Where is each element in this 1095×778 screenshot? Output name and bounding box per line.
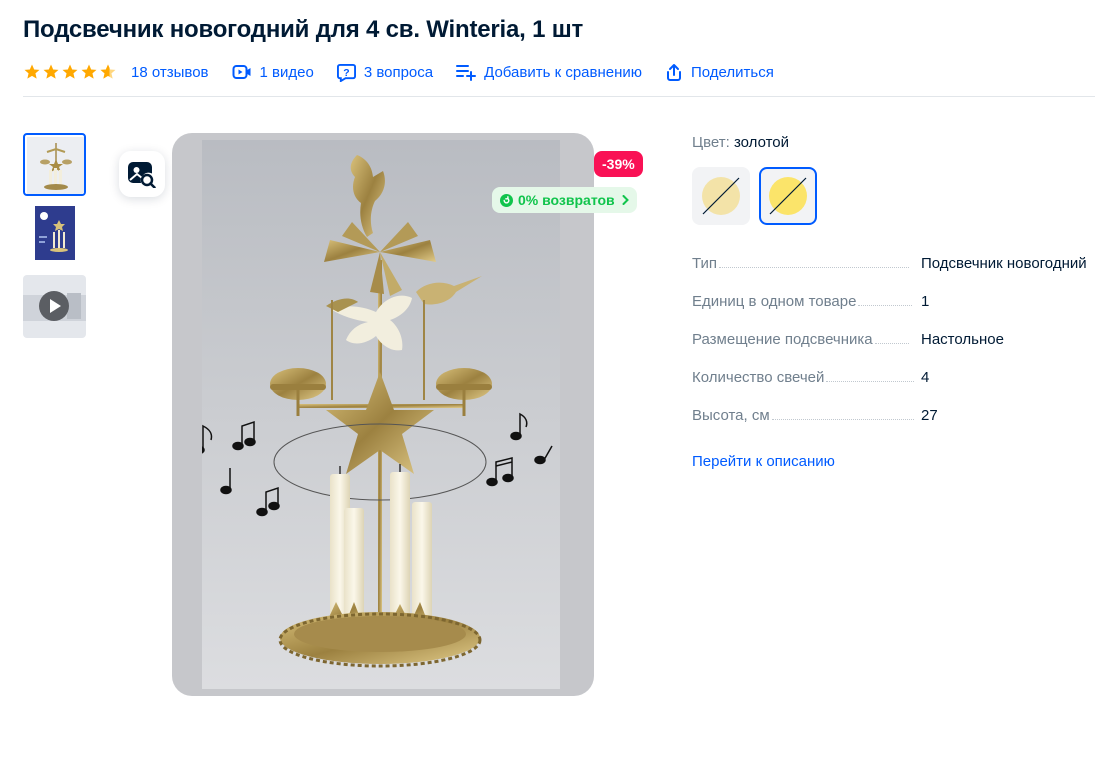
spec-value: 4 bbox=[921, 369, 930, 386]
spec-row: Тип Подсвечник новогодний bbox=[692, 253, 1095, 272]
color-swatch-gold[interactable] bbox=[759, 167, 817, 225]
returns-badge[interactable]: 0% возвратов bbox=[492, 187, 637, 213]
video-label: 1 видео bbox=[259, 63, 314, 81]
star-icon bbox=[43, 64, 59, 79]
svg-text:?: ? bbox=[343, 67, 349, 78]
compare-add-icon bbox=[456, 65, 477, 81]
star-icon bbox=[81, 64, 97, 79]
chevron-right-icon bbox=[622, 195, 629, 205]
color-label: Цвет: золотой bbox=[692, 134, 790, 151]
spec-row: Высота, см 27 bbox=[692, 405, 1095, 424]
spec-dots bbox=[719, 267, 910, 268]
thumbnail-image bbox=[23, 275, 86, 338]
compare-link[interactable]: Добавить к сравнению bbox=[456, 63, 642, 81]
main-gallery[interactable] bbox=[172, 133, 594, 696]
spec-key: Количество свечей bbox=[692, 369, 825, 386]
go-to-description-link[interactable]: Перейти к описанию bbox=[692, 453, 835, 470]
spec-list: Тип Подсвечник новогодний Единиц в одном… bbox=[692, 253, 1095, 443]
color-swatch-1[interactable] bbox=[692, 167, 750, 225]
spec-value: Подсвечник новогодний bbox=[921, 255, 1087, 272]
spec-dots bbox=[858, 305, 913, 306]
color-swatch-icon bbox=[769, 177, 807, 215]
spec-value: Настольное bbox=[921, 331, 1004, 348]
spec-dots bbox=[826, 381, 915, 382]
spec-key: Единиц в одном товаре bbox=[692, 293, 857, 310]
spec-key: Размещение подсвечника bbox=[692, 331, 873, 348]
product-photo bbox=[202, 140, 560, 689]
image-search-icon bbox=[128, 162, 156, 188]
spec-value: 27 bbox=[921, 407, 938, 424]
search-by-photo-button[interactable] bbox=[119, 151, 165, 197]
spec-row: Единиц в одном товаре 1 bbox=[692, 291, 1095, 310]
thumbnail-image bbox=[27, 137, 84, 194]
question-icon: ? bbox=[336, 63, 356, 82]
spec-key: Высота, см bbox=[692, 407, 770, 424]
video-icon bbox=[232, 65, 251, 79]
product-meta-row: 18 отзывов 1 видео ? 3 вопроса Добавить … bbox=[23, 60, 797, 84]
spec-value: 1 bbox=[921, 293, 930, 310]
returns-label: 0% возвратов bbox=[518, 192, 615, 208]
questions-label: 3 вопроса bbox=[363, 63, 434, 81]
reviews-label: 18 отзывов bbox=[131, 63, 209, 81]
star-icon bbox=[62, 64, 78, 79]
header-divider bbox=[23, 96, 1095, 97]
thumbnail-photo-2[interactable] bbox=[23, 204, 86, 267]
return-arrow-icon bbox=[500, 193, 513, 207]
spec-row: Количество свечей 4 bbox=[692, 367, 1095, 386]
product-title: Подсвечник новогодний для 4 св. Winteria… bbox=[23, 16, 584, 43]
thumbnail-image bbox=[25, 206, 86, 265]
star-icon bbox=[24, 64, 40, 79]
video-link[interactable]: 1 видео bbox=[232, 63, 314, 81]
spec-row: Размещение подсвечника Настольное bbox=[692, 329, 1095, 348]
thumbnail-photo-1[interactable] bbox=[23, 133, 86, 196]
thumbnail-list bbox=[23, 133, 86, 346]
spec-dots bbox=[874, 343, 909, 344]
discount-badge: -39% bbox=[594, 151, 643, 177]
spec-dots bbox=[771, 419, 914, 420]
color-value: золотой bbox=[733, 134, 790, 151]
color-swatch-icon bbox=[702, 177, 740, 215]
reviews-link[interactable]: 18 отзывов bbox=[131, 64, 209, 81]
thumbnail-video[interactable] bbox=[23, 275, 86, 338]
compare-label: Добавить к сравнению bbox=[484, 63, 643, 81]
rating-stars[interactable] bbox=[23, 63, 118, 81]
questions-link[interactable]: ? 3 вопроса bbox=[336, 63, 434, 82]
share-icon bbox=[667, 63, 682, 81]
share-link[interactable]: Поделиться bbox=[665, 63, 774, 82]
star-half-icon bbox=[100, 64, 116, 79]
spec-key: Тип bbox=[692, 255, 718, 272]
share-label: Поделиться bbox=[691, 63, 774, 81]
